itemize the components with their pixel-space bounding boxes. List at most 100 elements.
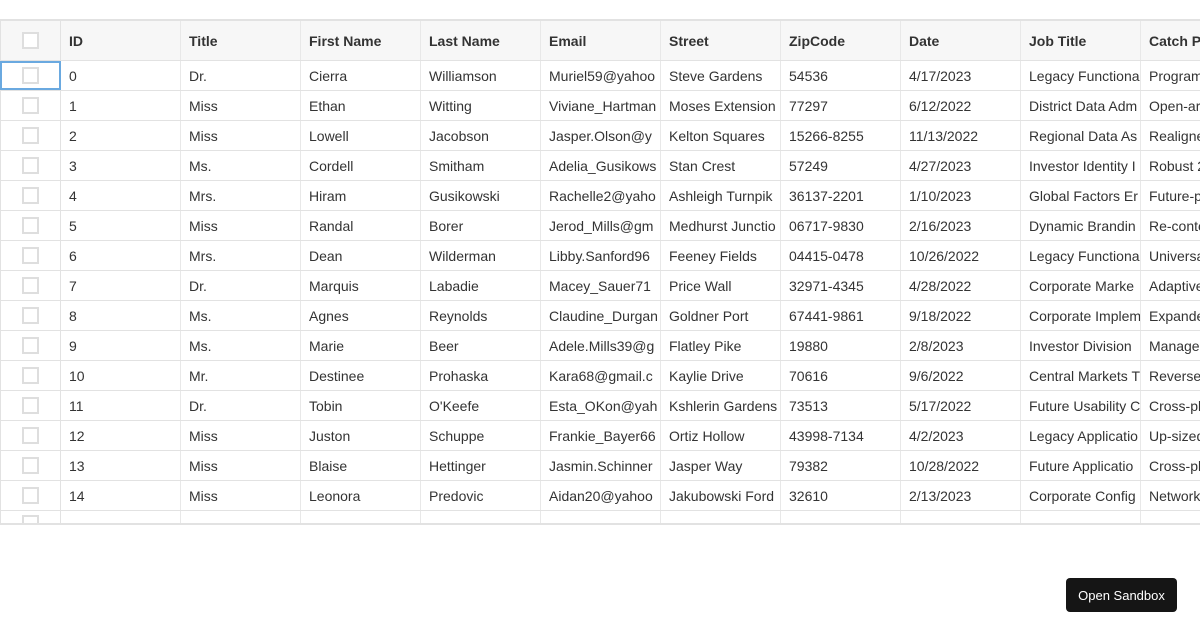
table-row[interactable]: 2 Miss Lowell Jacobson Jasper.Olson@y Kelton … <box>0 121 1200 151</box>
row-checkbox[interactable] <box>22 187 39 204</box>
cell-street[interactable]: Steve Gardens <box>661 61 781 90</box>
cell-job-title[interactable]: Legacy Functiona <box>1021 61 1141 90</box>
cell-catch-phrase[interactable]: Manage <box>1141 331 1200 360</box>
row-checkbox[interactable] <box>22 247 39 264</box>
table-row[interactable]: 8 Ms. Agnes Reynolds Claudine_Durgan Goldner … <box>0 301 1200 331</box>
cell-zipcode[interactable]: 04415-0478 <box>781 241 901 270</box>
cell-street[interactable]: Jakubowski Ford <box>661 481 781 510</box>
cell-zipcode[interactable]: 73513 <box>781 391 901 420</box>
cell-title[interactable]: Dr. <box>181 391 301 420</box>
cell-last-name[interactable]: Predovic <box>421 481 541 510</box>
cell-id[interactable]: 10 <box>61 361 181 390</box>
cell-job-title[interactable]: Regional Data As <box>1021 121 1141 150</box>
row-checkbox[interactable] <box>22 515 39 523</box>
cell-last-name[interactable]: O'Keefe <box>421 391 541 420</box>
cell-date[interactable]: 10/28/2022 <box>901 451 1021 480</box>
cell-date[interactable]: 2/13/2023 <box>901 481 1021 510</box>
column-header-id[interactable]: ID <box>61 21 181 60</box>
cell-date[interactable]: 4/17/2023 <box>901 61 1021 90</box>
cell-job-title[interactable]: Corporate Marke <box>1021 271 1141 300</box>
cell-id[interactable]: 4 <box>61 181 181 210</box>
cell-email[interactable]: Frankie_Bayer66 <box>541 421 661 450</box>
cell-job-title[interactable]: Investor Identity I <box>1021 151 1141 180</box>
cell-first-name[interactable]: Tobin <box>301 391 421 420</box>
cell-id[interactable]: 9 <box>61 331 181 360</box>
cell-date[interactable]: 2/16/2023 <box>901 211 1021 240</box>
cell-zipcode[interactable]: 54536 <box>781 61 901 90</box>
row-select-cell[interactable] <box>0 481 61 510</box>
cell-id[interactable]: 5 <box>61 211 181 240</box>
cell-catch-phrase[interactable]: Robust 2 <box>1141 151 1200 180</box>
cell-last-name[interactable]: Gusikowski <box>421 181 541 210</box>
cell-first-name[interactable]: Destinee <box>301 361 421 390</box>
table-row[interactable]: 10 Mr. Destinee Prohaska Kara68@gmail.c Kayli… <box>0 361 1200 391</box>
cell-last-name[interactable]: Smitham <box>421 151 541 180</box>
cell-id[interactable]: 13 <box>61 451 181 480</box>
cell-email[interactable]: Adelia_Gusikows <box>541 151 661 180</box>
cell-email[interactable]: Libby.Sanford96 <box>541 241 661 270</box>
cell-id[interactable]: 3 <box>61 151 181 180</box>
cell-street[interactable]: Stan Crest <box>661 151 781 180</box>
column-header-zipcode[interactable]: ZipCode <box>781 21 901 60</box>
cell-first-name[interactable]: Leonora <box>301 481 421 510</box>
row-select-cell[interactable] <box>0 391 61 420</box>
cell-first-name[interactable]: Agnes <box>301 301 421 330</box>
table-row[interactable]: 0 Dr. Cierra Williamson Muriel59@yahoo Steve … <box>0 61 1200 91</box>
cell-catch-phrase[interactable]: Cross-pl <box>1141 451 1200 480</box>
cell-id[interactable]: 14 <box>61 481 181 510</box>
cell-id[interactable]: 7 <box>61 271 181 300</box>
cell-zipcode[interactable]: 32971-4345 <box>781 271 901 300</box>
cell-title[interactable]: Miss <box>181 451 301 480</box>
cell-last-name[interactable]: Hettinger <box>421 451 541 480</box>
cell-first-name[interactable]: Blaise <box>301 451 421 480</box>
table-row[interactable]: 7 Dr. Marquis Labadie Macey_Sauer71 Price Wal… <box>0 271 1200 301</box>
row-checkbox[interactable] <box>22 457 39 474</box>
cell-catch-phrase[interactable]: Adaptive <box>1141 271 1200 300</box>
cell-title[interactable]: Mrs. <box>181 181 301 210</box>
cell-catch-phrase[interactable]: Future-p <box>1141 181 1200 210</box>
row-select-cell[interactable] <box>0 301 61 330</box>
row-checkbox[interactable] <box>22 127 39 144</box>
cell-date[interactable]: 5/17/2022 <box>901 391 1021 420</box>
row-select-cell[interactable] <box>0 61 61 90</box>
cell-job-title[interactable]: Corporate Implem <box>1021 301 1141 330</box>
cell-catch-phrase[interactable]: Re-conte <box>1141 211 1200 240</box>
row-select-cell[interactable] <box>0 241 61 270</box>
cell-date[interactable]: 9/6/2022 <box>901 361 1021 390</box>
cell-first-name[interactable]: Marie <box>301 331 421 360</box>
cell-email[interactable]: Aidan20@yahoo <box>541 481 661 510</box>
cell-email[interactable]: Jasmin.Schinner <box>541 451 661 480</box>
row-select-cell[interactable] <box>0 421 61 450</box>
column-header-catch-phrase[interactable]: Catch P <box>1141 21 1200 60</box>
cell-street[interactable]: Jasper Way <box>661 451 781 480</box>
cell-street[interactable]: Ashleigh Turnpik <box>661 181 781 210</box>
cell-street[interactable]: Ortiz Hollow <box>661 421 781 450</box>
cell-date[interactable]: 4/27/2023 <box>901 151 1021 180</box>
select-all-cell[interactable] <box>0 21 61 60</box>
cell-zipcode[interactable]: 36137-2201 <box>781 181 901 210</box>
cell-zipcode[interactable]: 19880 <box>781 331 901 360</box>
row-checkbox[interactable] <box>22 217 39 234</box>
row-checkbox[interactable] <box>22 397 39 414</box>
cell-street[interactable]: Goldner Port <box>661 301 781 330</box>
cell-catch-phrase[interactable]: Program <box>1141 61 1200 90</box>
column-header-title[interactable]: Title <box>181 21 301 60</box>
row-select-cell[interactable] <box>0 211 61 240</box>
cell-street[interactable]: Medhurst Junctio <box>661 211 781 240</box>
row-checkbox[interactable] <box>22 97 39 114</box>
cell-job-title[interactable]: Future Usability C <box>1021 391 1141 420</box>
cell-first-name[interactable]: Lowell <box>301 121 421 150</box>
cell-job-title[interactable]: Investor Division <box>1021 331 1141 360</box>
cell-date[interactable]: 4/2/2023 <box>901 421 1021 450</box>
cell-date[interactable]: 11/13/2022 <box>901 121 1021 150</box>
cell-email[interactable]: Rachelle2@yaho <box>541 181 661 210</box>
table-row[interactable]: 1 Miss Ethan Witting Viviane_Hartman Moses Ex… <box>0 91 1200 121</box>
table-row[interactable]: 4 Mrs. Hiram Gusikowski Rachelle2@yaho Ashlei… <box>0 181 1200 211</box>
cell-email[interactable]: Viviane_Hartman <box>541 91 661 120</box>
cell-job-title[interactable]: District Data Adm <box>1021 91 1141 120</box>
cell-last-name[interactable]: Wilderman <box>421 241 541 270</box>
cell-first-name[interactable]: Dean <box>301 241 421 270</box>
cell-first-name[interactable]: Ethan <box>301 91 421 120</box>
cell-date[interactable]: 6/12/2022 <box>901 91 1021 120</box>
cell-zipcode[interactable]: 43998-7134 <box>781 421 901 450</box>
